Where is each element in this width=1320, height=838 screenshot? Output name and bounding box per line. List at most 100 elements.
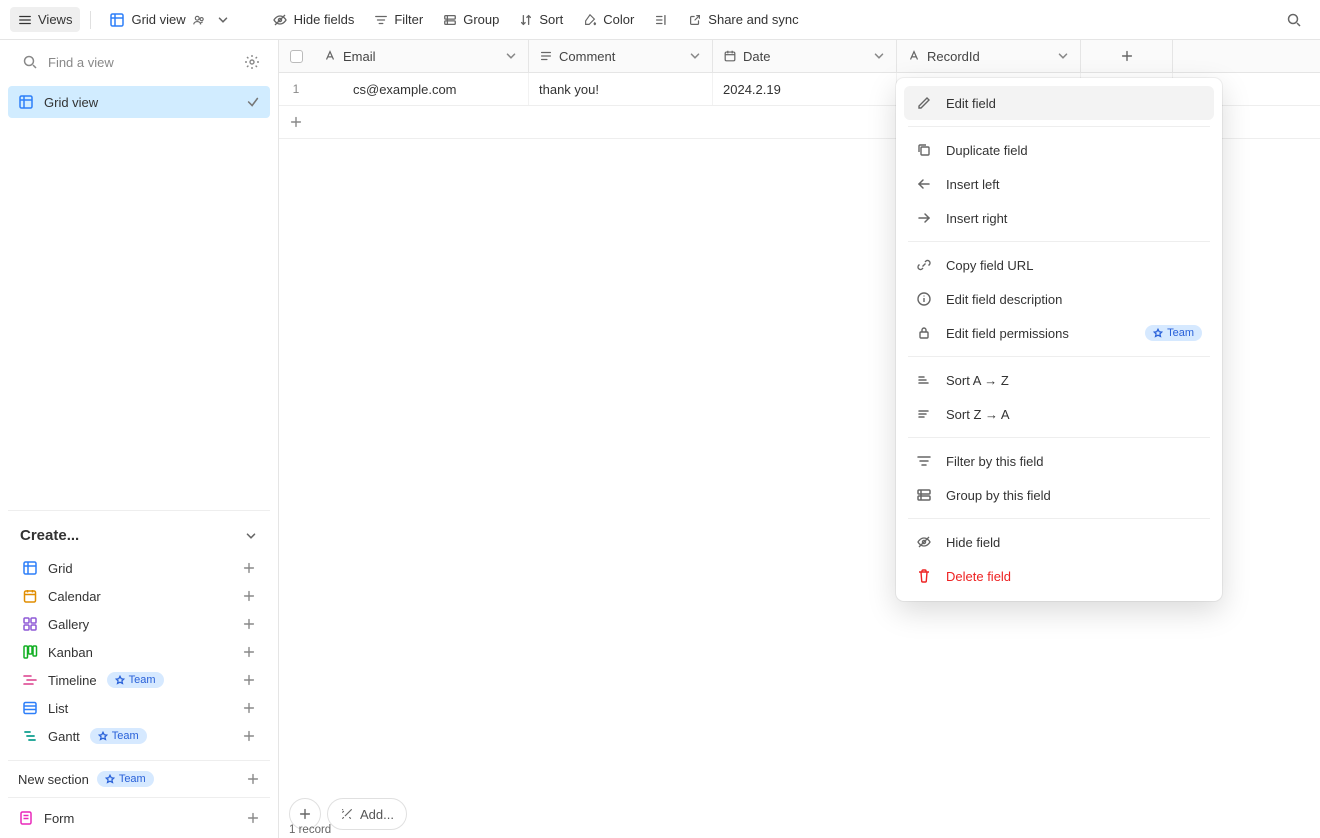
ctx-sort-z-a[interactable]: Sort Z → A — [904, 397, 1214, 431]
cell-comment[interactable]: thank you! — [529, 73, 713, 105]
create-item-label: Timeline — [48, 673, 97, 688]
share-icon — [688, 13, 702, 27]
gantt-icon — [22, 728, 38, 744]
ctx-item-label: Edit field description — [946, 292, 1062, 307]
add-button[interactable]: Add... — [327, 798, 407, 830]
calendar-icon — [22, 588, 38, 604]
ctx-item-label: Insert left — [946, 177, 999, 192]
create-item-label: Gantt — [48, 729, 80, 744]
row-number: 1 — [279, 73, 313, 105]
find-view-input[interactable] — [48, 55, 234, 70]
ctx-insert-right[interactable]: Insert right — [904, 201, 1214, 235]
plus-icon — [246, 811, 260, 825]
share-button[interactable]: Share and sync — [680, 7, 806, 32]
ctx-item-label: Group by this field — [946, 488, 1051, 503]
ctx-item-label: Insert right — [946, 211, 1007, 226]
ctx-delete-field[interactable]: Delete field — [904, 559, 1214, 593]
sort-button[interactable]: Sort — [511, 7, 571, 32]
share-label: Share and sync — [708, 12, 798, 27]
ctx-hide-field[interactable]: Hide field — [904, 525, 1214, 559]
add-column-button[interactable] — [1081, 40, 1173, 72]
ctx-edit-field-description[interactable]: Edit field description — [904, 282, 1214, 316]
create-item-label: Calendar — [48, 589, 101, 604]
hide-fields-button[interactable]: Hide fields — [264, 7, 363, 33]
create-timeline[interactable]: TimelineTeam — [12, 666, 266, 694]
lock-icon — [916, 325, 932, 341]
plus-icon — [242, 561, 256, 575]
select-all-cell[interactable] — [279, 40, 313, 72]
current-view-label: Grid view — [131, 12, 185, 27]
cell-date[interactable]: 2024.2.19 — [713, 73, 897, 105]
create-heading[interactable]: Create... — [8, 517, 270, 552]
ctx-insert-left[interactable]: Insert left — [904, 167, 1214, 201]
ctx-edit-field-permissions[interactable]: Edit field permissionsTeam — [904, 316, 1214, 350]
trash-icon — [916, 568, 932, 584]
ctx-filter-by-this-field[interactable]: Filter by this field — [904, 444, 1214, 478]
view-item-label: Grid view — [44, 95, 98, 110]
settings-icon[interactable] — [244, 54, 260, 70]
cell-email[interactable]: cs@example.com — [313, 73, 529, 105]
hide-fields-label: Hide fields — [294, 12, 355, 27]
create-gantt[interactable]: Gantt Team — [12, 722, 266, 750]
paint-icon — [583, 13, 597, 27]
form-icon — [18, 810, 34, 826]
group-button[interactable]: Group — [435, 7, 507, 32]
wand-icon — [340, 807, 354, 821]
ctx-sort-a-z[interactable]: Sort A → Z — [904, 363, 1214, 397]
team-badge: Team — [97, 771, 154, 787]
chevron-down-icon[interactable] — [872, 49, 886, 63]
column-header-comment[interactable]: Comment — [529, 40, 713, 72]
create-form[interactable]: Form — [8, 798, 270, 838]
column-header-recordid[interactable]: RecordId — [897, 40, 1081, 72]
create-list[interactable]: List — [12, 694, 266, 722]
create-calendar[interactable]: Calendar — [12, 582, 266, 610]
chevron-down-icon — [244, 529, 258, 543]
row-height-icon — [654, 13, 668, 27]
ctx-copy-field-url[interactable]: Copy field URL — [904, 248, 1214, 282]
plus-icon — [279, 115, 313, 129]
views-label: Views — [38, 12, 72, 27]
ctx-edit-field[interactable]: Edit field — [904, 86, 1214, 120]
team-badge: Team — [1145, 325, 1202, 341]
calendar-icon — [723, 49, 737, 63]
column-header-email[interactable]: Email — [313, 40, 529, 72]
create-item-label: Grid — [48, 561, 73, 576]
grid-area: Email Comment Date RecordId — [279, 40, 1320, 838]
group-label: Group — [463, 12, 499, 27]
chevron-down-icon — [216, 13, 230, 27]
column-header-date[interactable]: Date — [713, 40, 897, 72]
ctx-group-by-this-field[interactable]: Group by this field — [904, 478, 1214, 512]
grid-icon — [109, 12, 125, 28]
row-height-button[interactable] — [646, 8, 676, 32]
timeline-icon — [22, 672, 38, 688]
chevron-down-icon[interactable] — [688, 49, 702, 63]
select-all-checkbox[interactable] — [290, 50, 303, 63]
create-gallery[interactable]: Gallery — [12, 610, 266, 638]
current-view-button[interactable]: Grid view — [101, 7, 237, 33]
chevron-down-icon[interactable] — [1056, 49, 1070, 63]
view-item-grid[interactable]: Grid view — [8, 86, 270, 118]
filter-button[interactable]: Filter — [366, 7, 431, 32]
search-button[interactable] — [1278, 7, 1310, 33]
plus-icon — [242, 617, 256, 631]
plus-icon — [242, 645, 256, 659]
ctx-item-label: Copy field URL — [946, 258, 1033, 273]
color-button[interactable]: Color — [575, 7, 642, 32]
sort-icon — [519, 13, 533, 27]
chevron-down-icon[interactable] — [504, 49, 518, 63]
views-button[interactable]: Views — [10, 7, 80, 32]
ctx-item-label: Sort A → Z — [946, 373, 1009, 388]
ctx-duplicate-field[interactable]: Duplicate field — [904, 133, 1214, 167]
color-label: Color — [603, 12, 634, 27]
duplicate-icon — [916, 142, 932, 158]
list-icon — [22, 700, 38, 716]
new-section-button[interactable]: New section Team — [8, 760, 270, 797]
create-kanban[interactable]: Kanban — [12, 638, 266, 666]
grid-icon — [22, 560, 38, 576]
find-view-search[interactable] — [0, 40, 278, 82]
plus-icon — [242, 673, 256, 687]
filter-label: Filter — [394, 12, 423, 27]
create-grid[interactable]: Grid — [12, 554, 266, 582]
form-label: Form — [44, 811, 74, 826]
team-badge: Team — [90, 728, 147, 744]
